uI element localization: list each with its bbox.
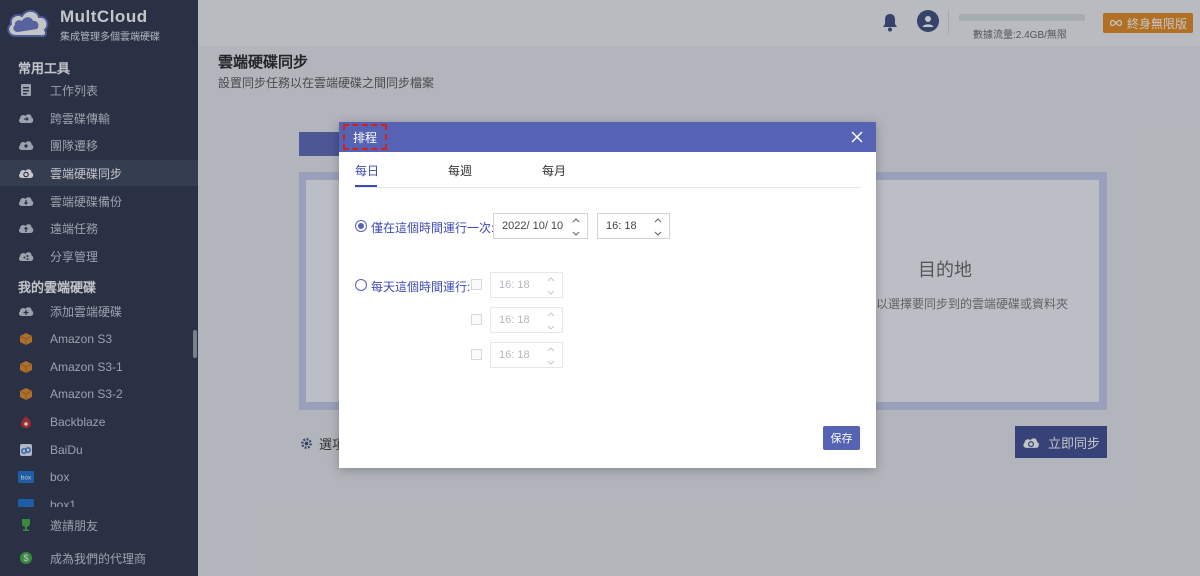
- active-tab-indicator: [355, 185, 377, 187]
- once-time-value: 16: 18: [606, 220, 637, 232]
- once-time-field[interactable]: 16: 18: [597, 213, 670, 239]
- run-once-radio[interactable]: [355, 220, 367, 232]
- dialog-title: 排程: [343, 124, 387, 150]
- date-stepper[interactable]: [571, 216, 583, 238]
- daily-time-value: 16: 18: [499, 314, 530, 326]
- run-once-label: 僅在這個時間運行一次:: [371, 221, 495, 235]
- save-button[interactable]: 保存: [823, 426, 860, 450]
- tab-weekly[interactable]: 每週: [448, 162, 472, 179]
- time-stepper[interactable]: [546, 345, 558, 367]
- daily-time-field[interactable]: 16: 18: [490, 342, 563, 368]
- daily-time-field[interactable]: 16: 18: [490, 272, 563, 298]
- run-daily-radio[interactable]: [355, 279, 367, 291]
- daily-time-field[interactable]: 16: 18: [490, 307, 563, 333]
- dialog-header: 排程: [339, 122, 876, 152]
- tab-monthly[interactable]: 每月: [542, 162, 566, 179]
- close-icon[interactable]: [848, 128, 866, 146]
- run-daily-label: 每天這個時間運行:: [371, 280, 471, 294]
- daily-time-checkbox[interactable]: [471, 279, 482, 290]
- daily-time-value: 16: 18: [499, 349, 530, 361]
- time-stepper[interactable]: [546, 310, 558, 332]
- daily-time-value: 16: 18: [499, 279, 530, 291]
- once-date-field[interactable]: 2022/ 10/ 10: [493, 213, 588, 239]
- tab-daily[interactable]: 每日: [355, 162, 379, 179]
- schedule-dialog: 排程 每日 每週 每月 僅在這個時間運行一次: 2022/ 10/ 10 16:…: [339, 122, 876, 468]
- daily-time-checkbox[interactable]: [471, 314, 482, 325]
- time-stepper[interactable]: [653, 216, 665, 238]
- once-date-value: 2022/ 10/ 10: [502, 220, 564, 232]
- daily-time-checkbox[interactable]: [471, 349, 482, 360]
- time-stepper[interactable]: [546, 275, 558, 297]
- tabs-divider: [355, 187, 861, 188]
